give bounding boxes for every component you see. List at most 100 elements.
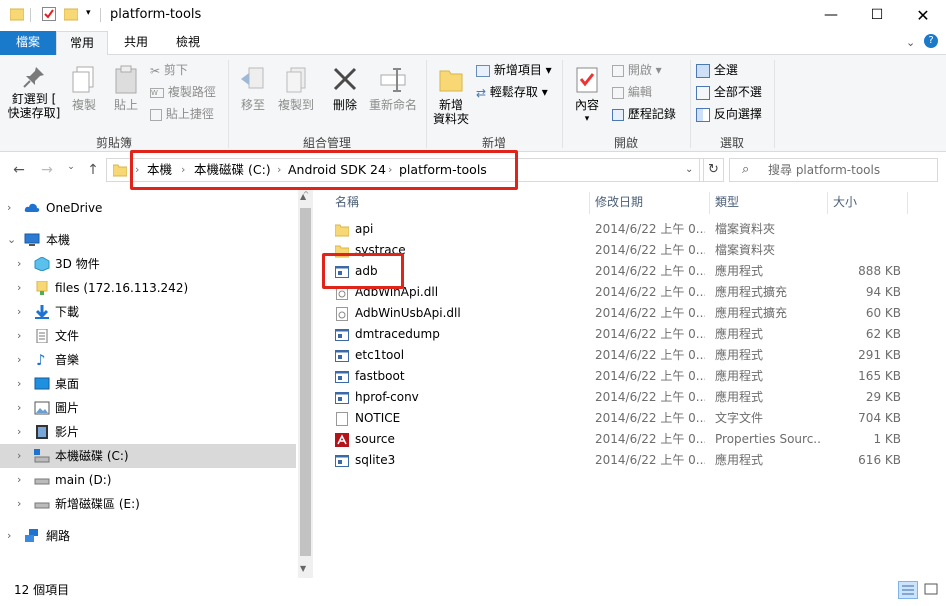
nav-item-downloads[interactable]: › 下載: [0, 300, 296, 324]
list-item[interactable]: sqlite3 2014/6/22 上午 0... 應用程式 616 KB: [327, 450, 907, 471]
scroll-down-icon[interactable]: ▼: [300, 564, 306, 573]
column-header-name[interactable]: 名稱: [335, 193, 359, 213]
ribbon-tabs: 檔案 常用 共用 檢視 ⌄ ?: [0, 31, 946, 56]
list-item[interactable]: source 2014/6/22 上午 0... Properties Sour…: [327, 429, 907, 450]
details-view-button[interactable]: [898, 581, 918, 599]
list-item[interactable]: etc1tool 2014/6/22 上午 0... 應用程式 291 KB: [327, 345, 907, 366]
copy-path-button[interactable]: W 複製路徑: [150, 84, 216, 102]
nav-item-network-drive[interactable]: › files (172.16.113.242): [0, 276, 296, 300]
column-header-type[interactable]: 類型: [715, 193, 739, 213]
nav-item-music[interactable]: › ♪ 音樂: [0, 348, 296, 372]
tab-file[interactable]: 檔案: [0, 31, 56, 55]
list-item[interactable]: api 2014/6/22 上午 0... 檔案資料夾: [327, 219, 907, 240]
new-group-label: 新增: [481, 136, 506, 150]
list-item[interactable]: hprof-conv 2014/6/22 上午 0... 應用程式 29 KB: [327, 387, 907, 408]
nav-item-network[interactable]: › 網路: [0, 524, 296, 548]
file-date: 2014/6/22 上午 0...: [595, 264, 705, 278]
nav-item-new-volume-e[interactable]: › 新增磁碟區 (E:): [0, 492, 296, 516]
nav-item-documents[interactable]: › 文件: [0, 324, 296, 348]
chevron-right-icon: ›: [17, 473, 22, 486]
history-button[interactable]: 歷程記錄: [612, 106, 676, 124]
pin-icon: [23, 67, 44, 88]
list-item[interactable]: AdbWinUsbApi.dll 2014/6/22 上午 0... 應用程式擴…: [327, 303, 907, 324]
navigation-pane: › OneDrive ⌄ 本機 › 3D 物件 › files (172.16.…: [0, 190, 298, 578]
new-folder-icon: [439, 70, 463, 92]
move-to-button[interactable]: 移至: [236, 65, 270, 112]
nav-item-videos[interactable]: › 影片: [0, 420, 296, 444]
select-none-button[interactable]: 全部不選: [696, 84, 762, 102]
up-button[interactable]: ↑: [84, 162, 102, 180]
desktop-icon: [34, 377, 50, 390]
search-icon: ⌕: [742, 162, 750, 177]
chevron-down-icon[interactable]: ⌄: [685, 164, 693, 175]
application-icon: [335, 350, 349, 362]
back-button[interactable]: ←: [10, 162, 28, 180]
easy-access-button[interactable]: ⇄ 輕鬆存取 ▾: [476, 84, 548, 102]
paste-button[interactable]: 貼上: [106, 65, 146, 112]
nav-scrollbar-thumb[interactable]: [300, 208, 311, 556]
list-item[interactable]: fastboot 2014/6/22 上午 0... 應用程式 165 KB: [327, 366, 907, 387]
large-icons-view-icon: [924, 583, 938, 595]
large-icons-view-button[interactable]: [922, 581, 942, 599]
column-header-date[interactable]: 修改日期: [595, 193, 643, 213]
video-icon: [36, 425, 48, 439]
nav-item-desktop[interactable]: › 桌面: [0, 372, 296, 396]
delete-button[interactable]: 刪除: [328, 65, 362, 112]
forward-button[interactable]: →: [38, 162, 56, 180]
edit-button[interactable]: 編輯: [612, 84, 652, 102]
file-size: 616 KB: [858, 453, 901, 467]
new-item-button[interactable]: 新增項目 ▾: [476, 62, 552, 80]
nav-item-pictures[interactable]: › 圖片: [0, 396, 296, 420]
paste-shortcut-button[interactable]: 貼上捷徑: [150, 106, 214, 124]
nav-item-main-d[interactable]: › main (D:): [0, 468, 296, 492]
new-folder-label: 新增: [438, 98, 463, 112]
nav-item-onedrive[interactable]: › OneDrive: [0, 196, 296, 220]
search-input[interactable]: ⌕ 搜尋 platform-tools: [729, 158, 938, 182]
copy-label: 複製: [71, 98, 96, 112]
chevron-up-icon: ^: [302, 190, 310, 199]
minimize-button[interactable]: —: [808, 0, 854, 31]
edit-label: 編輯: [627, 85, 652, 99]
select-all-button[interactable]: 全選: [696, 62, 738, 80]
nav-item-local-disk-c[interactable]: › 本機磁碟 (C:): [0, 444, 296, 468]
copy-icon: [72, 66, 94, 93]
column-header-size[interactable]: 大小: [833, 193, 857, 213]
tab-share[interactable]: 共用: [110, 31, 162, 55]
close-button[interactable]: ✕: [900, 0, 946, 31]
application-icon: [335, 455, 349, 467]
properties-button[interactable]: 內容 ▾: [568, 65, 606, 126]
copy-to-button[interactable]: 複製到: [274, 65, 318, 112]
new-folder-button[interactable]: 新增 資料夾: [430, 65, 472, 126]
file-name: source: [355, 432, 395, 446]
new-folder-icon[interactable]: [64, 7, 78, 21]
nav-item-3d-objects[interactable]: › 3D 物件: [0, 252, 296, 276]
list-item[interactable]: adb 2014/6/22 上午 0... 應用程式 888 KB: [327, 261, 907, 282]
pin-quick-access-button[interactable]: 釘選到 [ 快速存取]: [6, 65, 62, 120]
maximize-button[interactable]: ☐: [854, 0, 900, 31]
list-item[interactable]: dmtracedump 2014/6/22 上午 0... 應用程式 62 KB: [327, 324, 907, 345]
open-button[interactable]: 開啟 ▾: [612, 62, 662, 80]
file-type: Properties Sourc...: [715, 432, 821, 446]
tab-home[interactable]: 常用: [56, 31, 108, 56]
list-item[interactable]: NOTICE 2014/6/22 上午 0... 文字文件 704 KB: [327, 408, 907, 429]
list-item[interactable]: AdbWinApi.dll 2014/6/22 上午 0... 應用程式擴充 9…: [327, 282, 907, 303]
file-size: 704 KB: [858, 411, 901, 425]
tab-view[interactable]: 檢視: [162, 31, 214, 55]
file-size: 888 KB: [858, 264, 901, 278]
recent-locations-button[interactable]: ⌄: [62, 162, 80, 180]
nav-item-this-pc[interactable]: ⌄ 本機: [0, 228, 296, 252]
chevron-right-icon: ›: [17, 257, 22, 270]
divider: [30, 8, 31, 22]
rename-button[interactable]: 重新命名: [366, 65, 420, 112]
open-label: 開啟 ▾: [627, 63, 662, 77]
properties-icon[interactable]: [42, 7, 56, 21]
invert-selection-button[interactable]: 反向選擇: [696, 106, 762, 124]
copy-button[interactable]: 複製: [64, 65, 104, 112]
help-icon[interactable]: ?: [924, 34, 938, 48]
refresh-button[interactable]: ↻: [704, 158, 724, 182]
cut-button[interactable]: ✂ 剪下: [150, 62, 188, 80]
list-item[interactable]: systrace 2014/6/22 上午 0... 檔案資料夾: [327, 240, 907, 261]
chevron-down-icon[interactable]: ⌄: [906, 36, 915, 49]
chevron-down-icon[interactable]: ▾: [86, 8, 91, 18]
organize-group-label: 組合管理: [302, 136, 351, 150]
